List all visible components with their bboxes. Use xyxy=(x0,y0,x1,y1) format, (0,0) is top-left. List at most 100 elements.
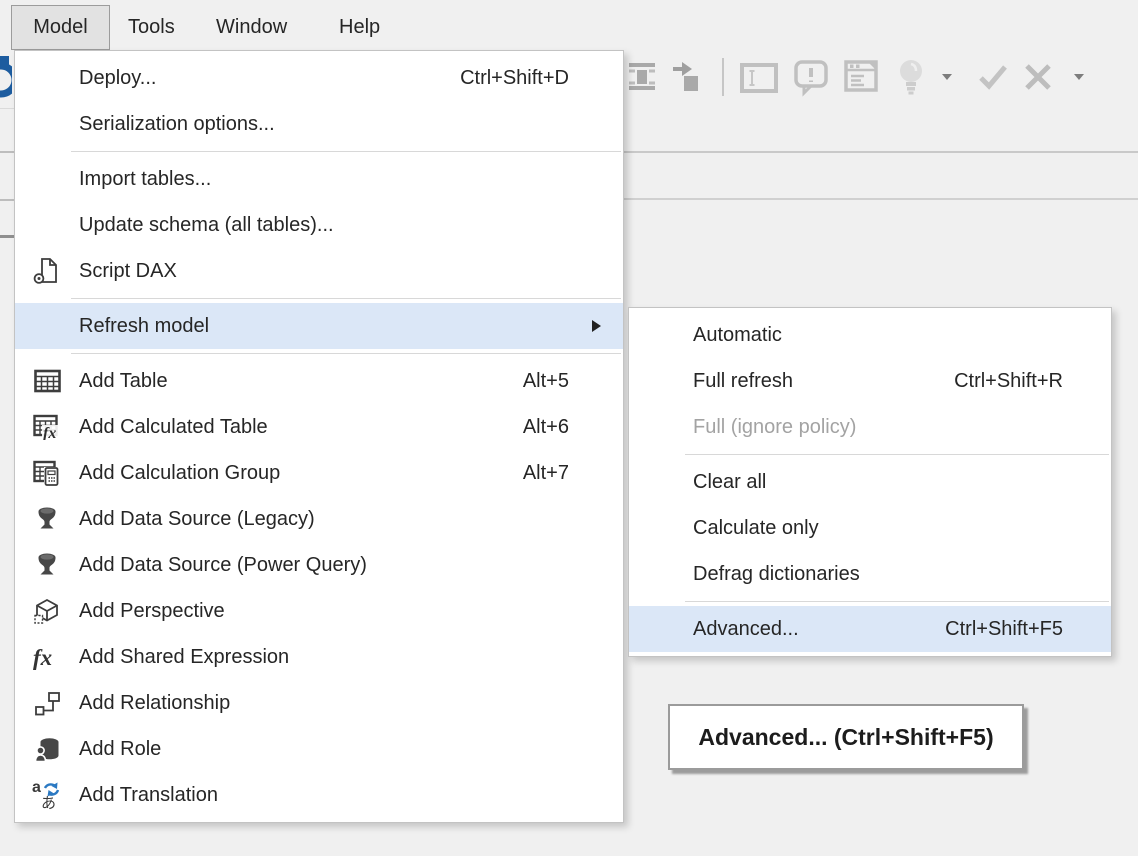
insert-columns-icon xyxy=(627,61,657,93)
menu-separator xyxy=(685,454,1109,455)
svg-text:fx: fx xyxy=(33,645,52,670)
menubar-item-tools[interactable]: Tools xyxy=(128,5,175,50)
data-source-icon xyxy=(27,506,67,533)
menu-separator xyxy=(685,601,1109,602)
submenu-item-full-refresh[interactable]: Full refresh Ctrl+Shift+R xyxy=(629,358,1111,404)
menu-item-serialization-options[interactable]: Serialization options... xyxy=(15,101,623,147)
background-grid-line xyxy=(0,199,14,201)
menu-separator xyxy=(71,151,621,152)
submenu-item-defrag-dictionaries[interactable]: Defrag dictionaries xyxy=(629,551,1111,597)
table-grid-icon xyxy=(27,369,67,393)
model-menu: Deploy... Ctrl+Shift+D Serialization opt… xyxy=(14,50,624,823)
menu-item-label: Advanced... xyxy=(693,618,799,641)
menu-item-label: Add Calculated Table xyxy=(79,416,268,439)
menu-item-shortcut: Alt+7 xyxy=(523,462,569,485)
menu-item-label: Add Relationship xyxy=(79,692,230,715)
menu-item-add-perspective[interactable]: Add Perspective xyxy=(15,588,623,634)
calculated-table-icon: fx xyxy=(27,414,67,440)
accept-check-icon xyxy=(976,62,1010,92)
tooltip-text: Advanced... (Ctrl+Shift+F5) xyxy=(698,724,993,751)
background-refresh-icon-fragment xyxy=(0,56,12,100)
toolbar-divider-line xyxy=(624,151,1138,153)
menubar-item-window[interactable]: Window xyxy=(216,5,287,50)
menu-item-label: Calculate only xyxy=(693,517,819,540)
menu-item-label: Deploy... xyxy=(79,67,156,90)
menubar: Model Tools Window Help xyxy=(0,0,1138,50)
menu-item-label: Import tables... xyxy=(79,168,211,191)
menu-item-label: Add Data Source (Legacy) xyxy=(79,508,315,531)
menu-item-add-table[interactable]: Add Table Alt+5 xyxy=(15,358,623,404)
comment-warning-icon xyxy=(793,59,829,97)
svg-text:a: a xyxy=(32,780,41,796)
menu-item-add-data-source-power-query[interactable]: Add Data Source (Power Query) xyxy=(15,542,623,588)
import-into-table-icon xyxy=(671,60,701,94)
menu-item-label: Full (ignore policy) xyxy=(693,416,856,439)
menu-item-label: Update schema (all tables)... xyxy=(79,214,334,237)
menu-item-update-schema[interactable]: Update schema (all tables)... xyxy=(15,202,623,248)
textbox-icon xyxy=(740,63,778,93)
menu-item-label: Defrag dictionaries xyxy=(693,563,860,586)
lightbulb-dropdown-caret-icon xyxy=(942,74,952,80)
tooltip: Advanced... (Ctrl+Shift+F5) xyxy=(668,704,1024,770)
menubar-item-label: Model xyxy=(33,16,87,39)
toolbar-separator xyxy=(722,58,724,96)
menu-item-refresh-model[interactable]: Refresh model xyxy=(15,303,623,349)
script-dax-icon xyxy=(27,257,67,285)
menu-item-shortcut: Alt+5 xyxy=(523,370,569,393)
submenu-item-full-ignore-policy: Full (ignore policy) xyxy=(629,404,1111,450)
refresh-model-submenu: Automatic Full refresh Ctrl+Shift+R Full… xyxy=(628,307,1112,657)
properties-window-icon xyxy=(843,59,879,95)
menu-item-add-calculated-table[interactable]: fx Add Calculated Table Alt+6 xyxy=(15,404,623,450)
menu-item-label: Automatic xyxy=(693,324,782,347)
menu-item-label: Add Data Source (Power Query) xyxy=(79,554,367,577)
submenu-item-advanced[interactable]: Advanced... Ctrl+Shift+F5 xyxy=(629,606,1111,652)
header-divider-line xyxy=(624,198,1138,200)
role-database-user-icon xyxy=(27,736,67,763)
cancel-x-icon xyxy=(1022,63,1054,91)
menu-item-shortcut: Ctrl+Shift+D xyxy=(460,67,569,90)
menu-item-shortcut: Ctrl+Shift+R xyxy=(954,370,1063,393)
menu-item-label: Add Shared Expression xyxy=(79,646,289,669)
menu-item-add-shared-expression[interactable]: fx Add Shared Expression xyxy=(15,634,623,680)
relationship-icon xyxy=(27,690,67,717)
submenu-item-automatic[interactable]: Automatic xyxy=(629,312,1111,358)
lightbulb-icon xyxy=(897,58,925,98)
menu-item-script-dax[interactable]: Script DAX xyxy=(15,248,623,294)
cancel-dropdown-caret-icon xyxy=(1074,74,1084,80)
menu-item-add-data-source-legacy[interactable]: Add Data Source (Legacy) xyxy=(15,496,623,542)
menubar-item-label: Window xyxy=(216,16,287,39)
data-source-icon xyxy=(27,552,67,579)
menu-item-add-role[interactable]: Add Role xyxy=(15,726,623,772)
svg-text:あ: あ xyxy=(41,795,56,810)
menu-item-label: Script DAX xyxy=(79,260,177,283)
submenu-item-calculate-only[interactable]: Calculate only xyxy=(629,505,1111,551)
menubar-item-model[interactable]: Model xyxy=(11,5,110,50)
calculation-group-icon xyxy=(27,460,67,486)
menubar-item-label: Tools xyxy=(128,16,175,39)
background-grid-line xyxy=(0,235,14,238)
menu-item-label: Clear all xyxy=(693,471,766,494)
menu-item-label: Full refresh xyxy=(693,370,793,393)
menu-item-shortcut: Alt+6 xyxy=(523,416,569,439)
menu-item-label: Add Role xyxy=(79,738,161,761)
svg-text:fx: fx xyxy=(43,425,56,440)
menu-item-add-translation[interactable]: aあ Add Translation xyxy=(15,772,623,818)
menu-item-add-calculation-group[interactable]: Add Calculation Group Alt+7 xyxy=(15,450,623,496)
fx-icon: fx xyxy=(27,644,67,670)
menu-separator xyxy=(71,353,621,354)
app-window: Model Tools Window Help Deploy... Ctrl+S… xyxy=(0,0,1138,856)
menu-item-deploy[interactable]: Deploy... Ctrl+Shift+D xyxy=(15,55,623,101)
menu-item-label: Add Table xyxy=(79,370,168,393)
perspective-cube-icon xyxy=(27,598,67,625)
submenu-item-clear-all[interactable]: Clear all xyxy=(629,459,1111,505)
menu-item-label: Add Translation xyxy=(79,784,218,807)
background-grid-line xyxy=(0,108,14,109)
menu-item-label: Refresh model xyxy=(79,315,209,338)
menubar-item-help[interactable]: Help xyxy=(339,5,380,50)
menubar-item-label: Help xyxy=(339,16,380,39)
menu-item-import-tables[interactable]: Import tables... xyxy=(15,156,623,202)
menu-item-add-relationship[interactable]: Add Relationship xyxy=(15,680,623,726)
translation-icon: aあ xyxy=(27,780,67,810)
menu-item-label: Serialization options... xyxy=(79,113,275,136)
menu-item-label: Add Perspective xyxy=(79,600,225,623)
